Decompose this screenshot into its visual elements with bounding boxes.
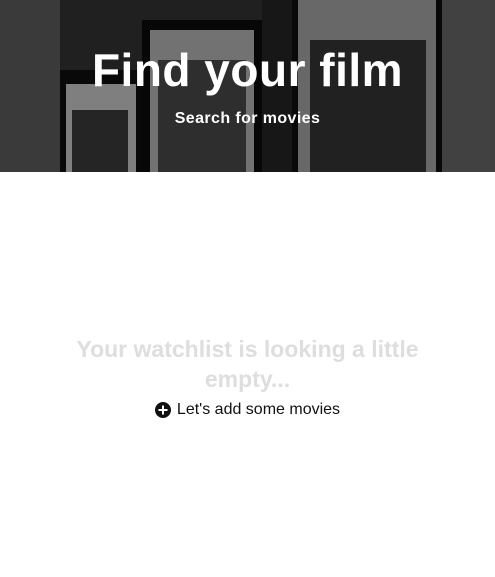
plus-circle-icon bbox=[154, 402, 171, 418]
empty-watchlist-state: Your watchlist is looking a little empty… bbox=[0, 334, 495, 423]
empty-watchlist-message: Your watchlist is looking a little empty… bbox=[76, 336, 419, 392]
page-title: Find your film bbox=[91, 44, 404, 96]
hero-banner: Find your film Search for movies bbox=[0, 0, 495, 172]
add-movies-link[interactable]: Let's add some movies bbox=[154, 401, 341, 419]
add-movies-label: Let's add some movies bbox=[176, 401, 341, 418]
search-for-movies-link[interactable]: Search for movies bbox=[0, 108, 495, 130]
watchlist-page: Find your film Search for movies Your wa… bbox=[0, 0, 495, 577]
